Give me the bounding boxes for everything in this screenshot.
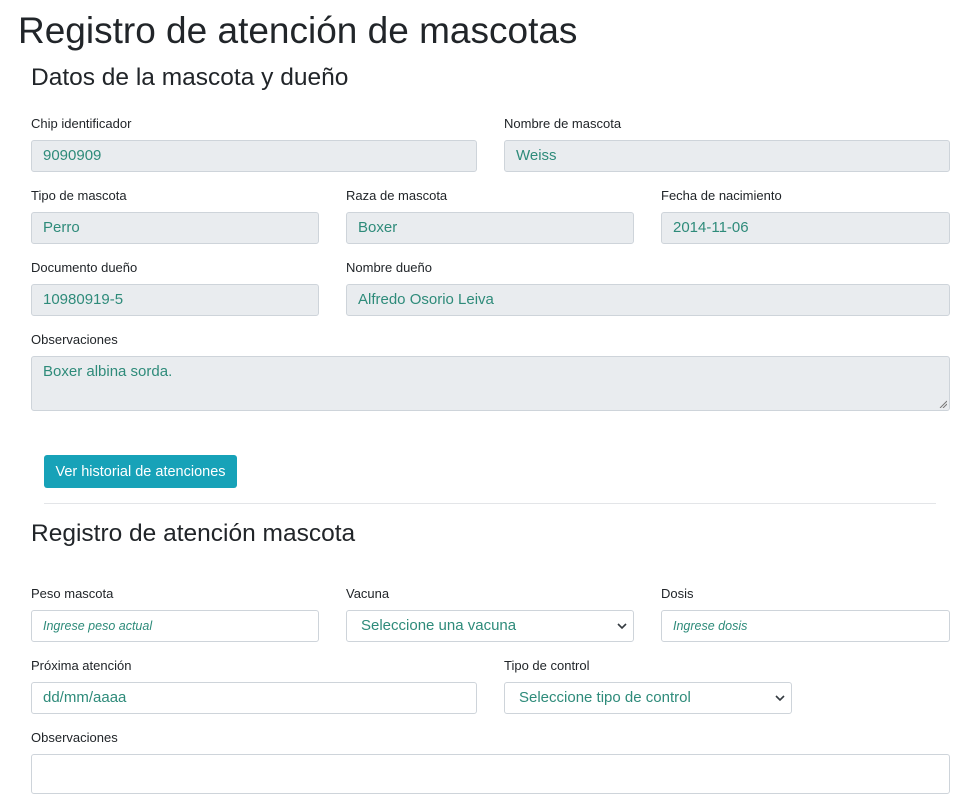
- care-notes-label: Observaciones: [31, 730, 118, 745]
- section-divider: [44, 503, 936, 504]
- chevron-down-icon: [775, 695, 785, 702]
- vaccine-selected-value: Seleccione una vacuna: [361, 617, 517, 634]
- owner-doc-field[interactable]: 10980919-5: [31, 284, 319, 316]
- next-visit-label: Próxima atención: [31, 658, 132, 673]
- care-section-title: Registro de atención mascota: [31, 520, 356, 547]
- control-type-select[interactable]: Seleccione tipo de control: [504, 682, 792, 714]
- vaccine-label: Vacuna: [346, 586, 390, 601]
- owner-name-field[interactable]: Alfredo Osorio Leiva: [346, 284, 950, 316]
- control-type-selected-value: Seleccione tipo de control: [519, 689, 691, 706]
- weight-input[interactable]: Ingrese peso actual: [31, 610, 319, 642]
- breed-field[interactable]: Boxer: [346, 212, 634, 244]
- chip-label: Chip identificador: [31, 116, 132, 131]
- chevron-down-icon: [617, 623, 627, 630]
- chip-field[interactable]: 9090909: [31, 140, 477, 172]
- pet-notes-textarea[interactable]: Boxer albina sorda.: [31, 356, 950, 411]
- birth-date-label: Fecha de nacimiento: [661, 188, 782, 203]
- page-title: Registro de atención de mascotas: [18, 10, 578, 51]
- owner-name-label: Nombre dueño: [346, 260, 432, 275]
- owner-doc-label: Documento dueño: [31, 260, 138, 275]
- pet-name-label: Nombre de mascota: [504, 116, 622, 131]
- birth-date-field[interactable]: 2014-11-06: [661, 212, 950, 244]
- resize-grip-icon[interactable]: [939, 400, 947, 408]
- pet-type-field[interactable]: Perro: [31, 212, 319, 244]
- pet-notes-label: Observaciones: [31, 332, 118, 347]
- dose-input[interactable]: Ingrese dosis: [661, 610, 950, 642]
- breed-label: Raza de mascota: [346, 188, 448, 203]
- weight-label: Peso mascota: [31, 586, 114, 601]
- pet-section-title: Datos de la mascota y dueño: [31, 64, 349, 91]
- care-notes-textarea[interactable]: [31, 754, 950, 794]
- vaccine-select[interactable]: Seleccione una vacuna: [346, 610, 634, 642]
- dose-label: Dosis: [661, 586, 694, 601]
- pet-name-field[interactable]: Weiss: [504, 140, 950, 172]
- history-button[interactable]: Ver historial de atenciones: [44, 455, 237, 488]
- control-type-label: Tipo de control: [504, 658, 590, 673]
- next-visit-date-input[interactable]: dd/mm/aaaa: [31, 682, 477, 714]
- pet-notes-text: Boxer albina sorda.: [43, 363, 173, 380]
- pet-type-label: Tipo de mascota: [31, 188, 127, 203]
